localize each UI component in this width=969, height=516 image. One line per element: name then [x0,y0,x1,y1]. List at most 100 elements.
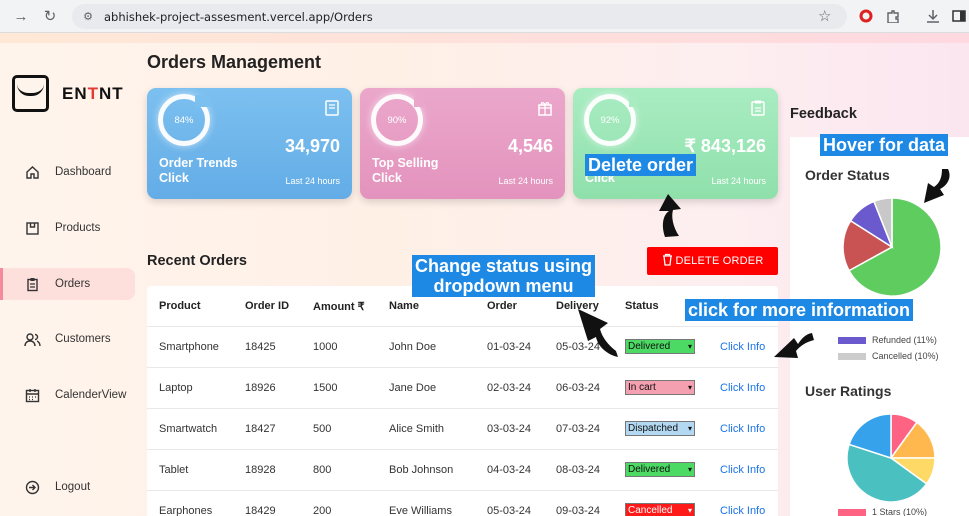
opera-extension-icon[interactable] [857,7,875,25]
sidebar-item-orders[interactable]: Orders [0,268,135,300]
gift-icon [538,102,552,116]
cell-id: 18928 [245,464,276,476]
progress-ring: 84% [158,94,211,146]
cell-name: Eve Williams [389,505,452,516]
sidebar-item-logout[interactable]: Logout [0,471,135,503]
cell-order: 02-03-24 [487,382,532,394]
callout-more-information: click for more information [685,299,914,321]
cell-order: 03-03-24 [487,423,532,435]
recent-orders-title: Recent Orders [147,253,247,269]
table-row: Smartwatch 18427 500 Alice Smith 03-03-24 07-… [147,409,778,450]
url-text: abhishek-project-assesment.vercel.app/Or… [104,9,373,24]
status-dropdown[interactable]: Dispatched ▾ [625,421,695,436]
table-row: Smartphone 18425 1000 John Doe 01-03-24 05-03… [147,327,778,368]
callout-delete-order: Delete order [585,154,697,176]
cell-order: 04-03-24 [487,464,532,476]
cell-product: Tablet [159,464,189,476]
cell-id: 18429 [245,505,276,516]
sidebar-item-calenderview[interactable]: CalenderView [0,379,135,411]
clipboard-icon [24,276,41,293]
page-title: Orders Management [147,52,322,72]
chevron-down-icon: ▾ [687,465,692,474]
cell-id: 18427 [245,423,276,435]
download-icon[interactable] [924,7,942,25]
card-value: ₹ 843,126 [684,136,766,156]
click-info-link[interactable]: Click Info [720,464,765,476]
cell-product: Smartwatch [159,423,218,435]
cell-id: 18926 [245,382,276,394]
users-icon [24,331,41,348]
legend-refunded[interactable]: Refunded (11%) [838,335,937,345]
site-settings-icon[interactable]: ⚙ [80,9,96,25]
sidebar-item-dashboard[interactable]: Dashboard [0,156,135,188]
status-dropdown[interactable]: In cart ▾ [625,380,695,395]
top-selling-card[interactable]: 90% 4,546 Top Selling Click Last 24 hours [360,88,565,199]
arrow-up-left-icon [578,309,618,357]
sidebar-item-customers[interactable]: Customers [0,323,135,355]
revenue-card[interactable]: 92% ₹ 843,126 Click Last 24 hours [573,88,778,199]
cell-amount: 500 [313,423,332,435]
progress-ring: 90% [371,94,424,146]
callout-change-status: Change status using dropdown menu [412,255,596,297]
sidebar-item-products[interactable]: Products [0,212,135,244]
cell-product: Smartphone [159,341,219,353]
clipboard-icon [751,100,765,116]
bookmark-star-icon[interactable]: ☆ [818,7,831,25]
cell-name: Bob Johnson [389,464,454,476]
arrow-down-left-icon [924,169,950,203]
order-status-pie-chart[interactable] [842,197,942,297]
card-subtitle: Last 24 hours [498,176,553,186]
cell-delivery: 06-03-24 [556,382,601,394]
user-ratings-title: User Ratings [805,383,892,399]
card-title: Order Trends Click [159,156,238,185]
logout-icon [24,479,41,496]
cell-delivery: 09-03-24 [556,505,601,516]
click-info-link[interactable]: Click Info [720,382,765,394]
delete-order-button[interactable]: DELETE ORDER [647,247,778,275]
address-bar[interactable]: ⚙ abhishek-project-assesment.vercel.app/… [72,4,847,29]
legend-1-star[interactable]: 1 Stars (10%) [838,507,927,516]
cell-delivery: 08-03-24 [556,464,601,476]
card-subtitle: Last 24 hours [285,176,340,186]
trash-icon [662,253,673,269]
legend-cancelled[interactable]: Cancelled (10%) [838,351,939,361]
app-root: ENTNT Dashboard Products Orders Customer… [0,33,969,516]
reload-icon[interactable]: ↻ [37,3,63,29]
extensions-puzzle-icon[interactable] [884,7,902,25]
callout-hover-for-data: Hover for data [820,134,949,156]
cell-product: Laptop [159,382,193,394]
table-row: Laptop 18926 1500 Jane Doe 02-03-24 06-03-24 I… [147,368,778,409]
status-dropdown[interactable]: Delivered ▾ [625,462,695,477]
card-title: Top Selling Click [372,156,439,185]
table-row: Tablet 18928 800 Bob Johnson 04-03-24 08-03-2… [147,450,778,491]
chevron-down-icon: ▾ [687,342,692,351]
brand-logo[interactable]: ENTNT [12,75,124,112]
card-value: 4,546 [507,136,553,156]
click-info-link[interactable]: Click Info [720,505,765,516]
status-dropdown[interactable]: Cancelled ▾ [625,503,695,516]
cell-name: John Doe [389,341,437,353]
cell-order: 05-03-24 [487,505,532,516]
cell-name: Alice Smith [389,423,445,435]
click-info-link[interactable]: Click Info [720,341,765,353]
chevron-down-icon: ▾ [687,383,692,392]
table-row: Earphones 18429 200 Eve Williams 05-03-24 09-… [147,491,778,516]
status-dropdown[interactable]: Delivered ▾ [625,339,695,354]
progress-ring: 92% [584,94,637,146]
cell-product: Earphones [159,505,213,516]
cell-delivery: 07-03-24 [556,423,601,435]
document-icon [325,100,339,116]
orders-table: Product Order ID Amount ₹ Name Order Del… [147,286,778,516]
brand-name: ENTNT [62,83,124,103]
order-trends-card[interactable]: 84% 34,970 Order Trends Click Last 24 hou… [147,88,352,199]
cell-name: Jane Doe [389,382,437,394]
cell-id: 18425 [245,341,276,353]
browser-toolbar: → ↻ ⚙ abhishek-project-assesment.vercel.… [0,0,969,33]
cell-amount: 200 [313,505,332,516]
sidebar: ENTNT Dashboard Products Orders Customer… [0,33,140,516]
click-info-link[interactable]: Click Info [720,423,765,435]
side-panel-icon[interactable] [950,7,968,25]
forward-icon[interactable]: → [8,3,34,29]
user-ratings-pie-chart[interactable] [846,413,936,503]
arrow-up-icon [659,194,681,237]
